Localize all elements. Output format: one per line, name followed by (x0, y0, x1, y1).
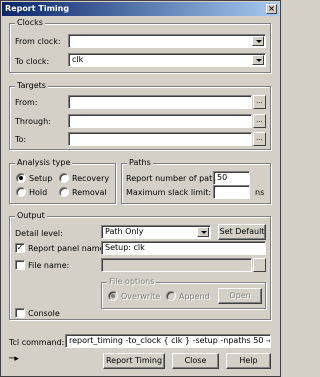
report-number-input[interactable]: 50 (213, 171, 250, 185)
to-clock-label: To clock: (15, 57, 50, 66)
tcl-command-input[interactable]: report_timing -to_clock { clk } -setup -… (65, 334, 271, 348)
detail-level-value: Path Only (105, 227, 144, 236)
console-label: Console (28, 309, 60, 318)
max-slack-input[interactable] (213, 185, 250, 199)
pin-icon[interactable]: ─▸ (9, 354, 19, 364)
overwrite-radio[interactable] (108, 291, 118, 301)
close-button[interactable]: Close (172, 353, 219, 369)
targets-through-input[interactable] (68, 114, 252, 128)
detail-level-select[interactable]: Path Only (101, 225, 211, 239)
file-name-input[interactable] (101, 258, 252, 272)
to-clock-value: clk (72, 55, 84, 64)
report-number-label: Report number of paths: (126, 174, 225, 183)
console-checkbox[interactable] (15, 308, 25, 318)
targets-to-input[interactable] (68, 132, 252, 146)
targets-through-label: Through: (15, 117, 51, 126)
targets-from-input[interactable] (68, 95, 252, 109)
chevron-down-icon[interactable] (197, 227, 209, 237)
clocks-legend: Clocks (15, 18, 45, 27)
max-slack-label: Maximum slack limit: (126, 188, 212, 197)
setup-label: Setup (29, 174, 53, 183)
hold-radio[interactable] (16, 187, 26, 197)
overwrite-label: Overwrite (121, 292, 161, 301)
report-timing-button[interactable]: Report Timing (103, 353, 165, 369)
analysis-type-legend: Analysis type (15, 158, 73, 167)
window-title: Report Timing (5, 4, 70, 13)
file-options-legend: File options (107, 277, 157, 286)
from-clock-select[interactable] (68, 34, 266, 48)
file-name-label: File name: (28, 261, 70, 270)
targets-from-browse-button[interactable]: ... (253, 95, 266, 109)
removal-label: Removal (72, 188, 107, 197)
set-default-button[interactable]: Set Default (218, 224, 266, 240)
chevron-down-icon[interactable] (252, 36, 264, 46)
recovery-radio[interactable] (59, 173, 69, 183)
targets-legend: Targets (15, 81, 48, 90)
report-panel-label: Report panel name: (28, 244, 108, 253)
append-radio[interactable] (166, 291, 176, 301)
from-clock-label: From clock: (15, 37, 61, 46)
chevron-down-icon[interactable] (252, 55, 264, 65)
analysis-type-group: Analysis type (9, 158, 116, 204)
output-legend: Output (15, 211, 47, 220)
targets-to-browse-button[interactable]: ... (253, 132, 266, 146)
report-panel-checkbox[interactable]: ✓ (15, 243, 25, 253)
detail-level-label: Detail level: (15, 229, 63, 238)
tcl-command-label: Tcl command: (9, 338, 65, 347)
targets-from-label: From: (15, 98, 38, 107)
setup-radio[interactable] (16, 173, 26, 183)
append-label: Append (179, 292, 210, 301)
to-clock-select[interactable]: clk (68, 53, 266, 67)
targets-through-browse-button[interactable]: ... (253, 114, 266, 128)
targets-to-label: To: (15, 135, 27, 144)
file-name-checkbox[interactable] (15, 260, 25, 270)
open-button[interactable]: Open (218, 288, 262, 304)
hold-label: Hold (29, 188, 48, 197)
file-name-browse-button[interactable] (253, 258, 266, 272)
recovery-label: Recovery (72, 174, 110, 183)
ns-unit-label: ns (255, 188, 265, 197)
close-window-button[interactable]: × (266, 4, 277, 14)
help-button[interactable]: Help (226, 353, 271, 369)
report-timing-dialog: Report Timing × Clocks From clock: To cl… (0, 0, 281, 377)
title-bar: Report Timing × (2, 2, 279, 16)
report-panel-input[interactable]: Setup: clk (101, 241, 266, 255)
removal-radio[interactable] (59, 187, 69, 197)
paths-legend: Paths (127, 158, 153, 167)
